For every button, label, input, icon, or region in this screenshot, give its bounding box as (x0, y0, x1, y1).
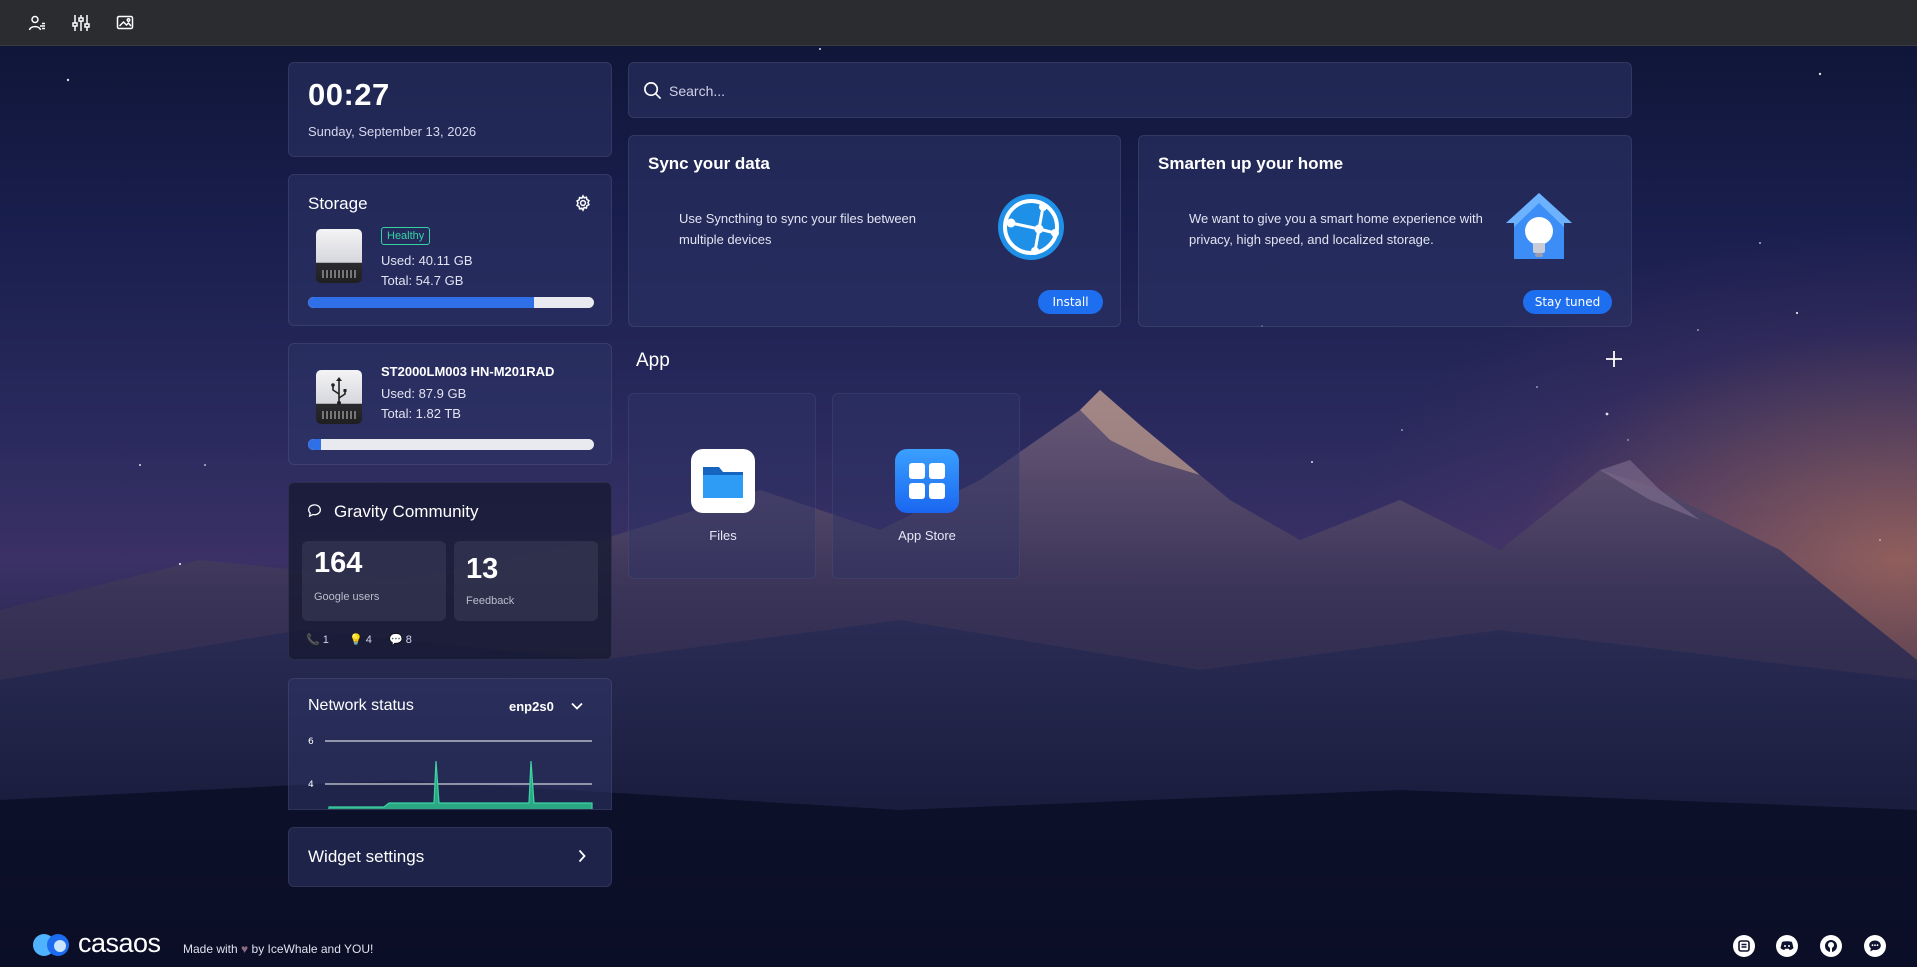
search-input[interactable] (669, 79, 1569, 103)
made-with-suffix: by IceWhale and YOU! (251, 942, 374, 956)
feedback-label: Feedback (466, 595, 515, 607)
feedback-stat[interactable]: 13 Feedback (454, 541, 598, 621)
chat-icon[interactable] (1864, 935, 1886, 957)
network-widget: Network status enp2s0 6 4 (288, 678, 612, 810)
gear-icon[interactable] (574, 194, 592, 212)
storage-total: Total: 54.7 GB (381, 273, 464, 288)
y-tick-6: 6 (308, 737, 314, 747)
promo-smarthome-card: Smarten up your home We want to give you… (1138, 135, 1632, 327)
storage-used: Used: 40.11 GB (381, 253, 473, 268)
made-with-prefix: Made with (183, 942, 238, 956)
google-users-label: Google users (314, 591, 380, 603)
usb-drive-total: Total: 1.82 TB (381, 406, 461, 421)
health-status-badge: Healthy (381, 227, 431, 245)
network-interface-select[interactable]: enp2s0 (509, 699, 554, 714)
phone-icon: 📞 (306, 634, 320, 646)
chat-bubble-icon (307, 503, 322, 523)
usb-drive-name: ST2000LM003 HN-M201RAD (381, 364, 555, 379)
github-icon[interactable] (1820, 935, 1842, 957)
phone-count: 1 (322, 634, 329, 646)
add-app-button[interactable] (1604, 349, 1626, 371)
storage-usage-bar (308, 297, 594, 308)
search-icon (643, 81, 662, 105)
feedback-count: 13 (466, 553, 499, 585)
promo-sync-description: Use Syncthing to sync your files between… (679, 211, 917, 247)
app-section-title: App (636, 350, 670, 371)
usb-usage-bar (308, 439, 594, 450)
app-tile-app-store[interactable]: App Store (832, 393, 1020, 579)
heart-icon: ♥ (241, 942, 249, 956)
app-label-files: Files (709, 528, 737, 543)
community-widget: Gravity Community 164 Google users 13 Fe… (288, 482, 612, 660)
smart-home-bulb-icon (1504, 191, 1574, 268)
promo-sync-title: Sync your data (648, 154, 770, 173)
discord-icon[interactable] (1776, 935, 1798, 957)
top-bar (0, 0, 1917, 46)
install-syncthing-button[interactable]: Install (1038, 290, 1103, 314)
usb-drive-widget: ST2000LM003 HN-M201RAD Used: 87.9 GB Tot… (288, 343, 612, 465)
chevron-right-icon (574, 848, 590, 869)
feedback-icon[interactable] (1733, 935, 1755, 957)
promo-smarthome-description: We want to give you a smart home experie… (1189, 211, 1483, 247)
chevron-down-icon[interactable] (569, 698, 585, 719)
usb-drive-icon (316, 370, 362, 424)
wallpaper-icon[interactable] (114, 12, 136, 34)
stay-tuned-button[interactable]: Stay tuned (1523, 290, 1612, 314)
storage-widget: Storage Healthy Used: 40.11 GB Total: 54… (288, 174, 612, 326)
app-tile-files[interactable]: Files (628, 393, 816, 579)
mini-stat-comments: 💬 8 (389, 633, 412, 646)
casaos-logo-icon (33, 933, 69, 956)
clock-time: 00:27 (308, 77, 390, 112)
google-users-count: 164 (314, 547, 363, 579)
comment-icon: 💬 (389, 634, 403, 646)
syncthing-logo-icon (997, 193, 1065, 266)
usb-drive-used: Used: 87.9 GB (381, 386, 467, 401)
google-users-stat[interactable]: 164 Google users (302, 541, 446, 621)
storage-title: Storage (308, 194, 368, 213)
app-label-app-store: App Store (898, 528, 956, 543)
hard-drive-icon (316, 229, 362, 283)
search-bar (628, 62, 1632, 118)
app-store-grid-icon (895, 449, 959, 513)
storage-usage-fill (308, 297, 534, 308)
idea-count: 4 (365, 634, 372, 646)
widget-settings-label: Widget settings (308, 847, 425, 866)
mini-stat-phone: 📞 1 (306, 633, 329, 646)
community-title: Gravity Community (334, 502, 479, 521)
promo-smarthome-title: Smarten up your home (1158, 154, 1344, 173)
network-title: Network status (308, 697, 414, 714)
traffic-series (328, 760, 593, 809)
usb-usage-fill (308, 439, 322, 450)
casaos-logo[interactable]: casaos (32, 928, 161, 959)
folder-icon (691, 449, 755, 513)
casaos-brand-text: casaos (78, 928, 161, 958)
controls-sliders-icon[interactable] (70, 12, 92, 34)
comment-count: 8 (405, 634, 412, 646)
network-chart: 6 4 (308, 737, 593, 809)
widget-settings-button[interactable]: Widget settings (288, 827, 612, 887)
account-settings-icon[interactable] (26, 12, 48, 34)
y-tick-4: 4 (308, 780, 314, 790)
mini-stat-idea: 💡 4 (349, 633, 372, 646)
clock-widget: 00:27 Sunday, September 13, 2026 (288, 62, 612, 157)
clock-date: Sunday, September 13, 2026 (308, 124, 477, 139)
lightbulb-icon: 💡 (349, 634, 363, 646)
made-with-text: Made with ♥ by IceWhale and YOU! (183, 942, 373, 956)
promo-sync-card: Sync your data Use Syncthing to sync you… (628, 135, 1121, 327)
